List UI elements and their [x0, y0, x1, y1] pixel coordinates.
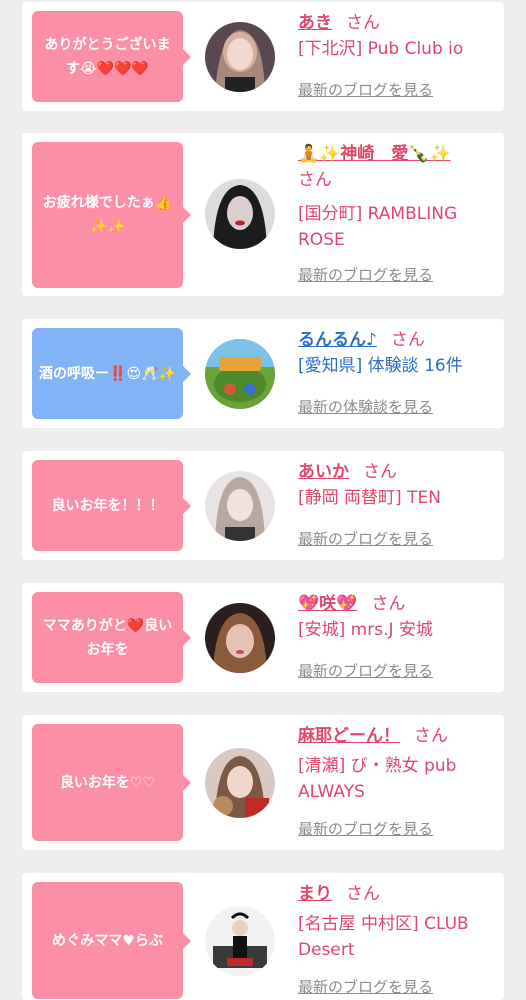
latest-blog-link[interactable]: 最新のブログを見る: [298, 80, 433, 100]
honorific: さん: [363, 462, 397, 482]
avatar[interactable]: [205, 748, 275, 818]
host-info: るんるん♪ さん [愛知県] 体験談 16件: [298, 327, 498, 379]
message-card: ママありがと❤️良いお年を 💖咲💖 さん [安城] mrs.J 安城 最新のブログ…: [22, 583, 504, 692]
message-bubble: 良いお年を！！！: [32, 460, 191, 551]
message-card: ありがとうございます😭❤️❤️❤️ あき さん [下北沢] Pub Club io…: [22, 2, 504, 111]
avatar[interactable]: [205, 22, 275, 92]
message-bubble: ありがとうございます😭❤️❤️❤️: [32, 11, 191, 102]
message-bubble: 酒の呼吸ー‼️😍🥂✨: [32, 328, 191, 419]
host-name-link[interactable]: あいか: [298, 462, 349, 482]
latest-blog-link[interactable]: 最新のブログを見る: [298, 819, 433, 839]
review-card: 酒の呼吸ー‼️😍🥂✨ るんるん♪ さん [愛知県] 体験談 16件 最新の体験談を…: [22, 319, 504, 428]
host-name-link[interactable]: 🧘✨神崎 愛🍾✨: [298, 144, 451, 164]
host-name-link[interactable]: あき: [298, 13, 332, 33]
message-card: お疲れ様でしたぁ👍✨✨ 🧘✨神崎 愛🍾✨ さん [国分町] RAMBLING RO…: [22, 133, 504, 296]
latest-review-link[interactable]: 最新の体験談を見る: [298, 397, 433, 417]
host-info: 🧘✨神崎 愛🍾✨ さん [国分町] RAMBLING ROSE: [298, 141, 498, 253]
shop-label: [国分町] RAMBLING ROSE: [298, 204, 458, 250]
host-info: 💖咲💖 さん [安城] mrs.J 安城: [298, 591, 498, 643]
avatar-photo-icon: [205, 748, 275, 818]
message-bubble: お疲れ様でしたぁ👍✨✨: [32, 142, 191, 288]
shop-label: [安城] mrs.J 安城: [298, 620, 433, 640]
message-bubble: めぐみママ♥らぶ: [32, 882, 191, 999]
review-count-label: [愛知県] 体験談 16件: [298, 356, 463, 376]
shop-label: [静岡 両替町] TEN: [298, 488, 441, 508]
avatar-photo-icon: [205, 471, 275, 541]
honorific: さん: [390, 330, 425, 350]
avatar-photo-icon: [205, 603, 275, 673]
host-info: あいか さん [静岡 両替町] TEN: [298, 459, 498, 511]
latest-blog-link[interactable]: 最新のブログを見る: [298, 977, 433, 997]
host-name-link[interactable]: 💖咲💖: [298, 594, 357, 614]
avatar-photo-icon: [205, 179, 275, 249]
honorific: さん: [298, 170, 332, 190]
avatar-photo-icon: [205, 339, 275, 409]
message-bubble: 良いお年を♡♡: [32, 724, 191, 841]
honorific: さん: [414, 726, 448, 746]
message-bubble: ママありがと❤️良いお年を: [32, 592, 191, 683]
shop-label: [下北沢] Pub Club io: [298, 39, 464, 59]
avatar-photo-icon: [205, 906, 275, 976]
avatar[interactable]: [205, 179, 275, 249]
latest-blog-link[interactable]: 最新のブログを見る: [298, 265, 433, 285]
avatar[interactable]: [205, 906, 275, 976]
host-name-link[interactable]: まり: [298, 884, 332, 904]
shop-label: [名古屋 中村区] CLUB Desert: [298, 914, 469, 960]
message-card: 良いお年を！！！ あいか さん [静岡 両替町] TEN 最新のブログを見る: [22, 451, 504, 560]
honorific: さん: [371, 594, 406, 614]
reviewer-name-link[interactable]: るんるん♪: [298, 330, 377, 350]
avatar-photo-icon: [205, 22, 275, 92]
avatar[interactable]: [205, 603, 275, 673]
shop-label: [清瀬] び・熟女 pub ALWAYS: [298, 756, 457, 802]
avatar[interactable]: [205, 339, 275, 409]
latest-blog-link[interactable]: 最新のブログを見る: [298, 529, 433, 549]
honorific: さん: [346, 884, 380, 904]
honorific: さん: [346, 13, 380, 33]
host-name-link[interactable]: 麻耶どーん！: [298, 726, 400, 746]
host-info: まり さん [名古屋 中村区] CLUB Desert: [298, 881, 498, 963]
latest-blog-link[interactable]: 最新のブログを見る: [298, 661, 433, 681]
message-card: 良いお年を♡♡ 麻耶どーん！ さん [清瀬] び・熟女 pub ALWAYS 最新…: [22, 715, 504, 850]
avatar[interactable]: [205, 471, 275, 541]
host-info: 麻耶どーん！ さん [清瀬] び・熟女 pub ALWAYS: [298, 723, 498, 805]
message-card: めぐみママ♥らぶ まり さん [名古屋 中村区] CLUB Desert 最新のブ…: [22, 873, 504, 1000]
host-info: あき さん [下北沢] Pub Club io: [298, 10, 498, 62]
